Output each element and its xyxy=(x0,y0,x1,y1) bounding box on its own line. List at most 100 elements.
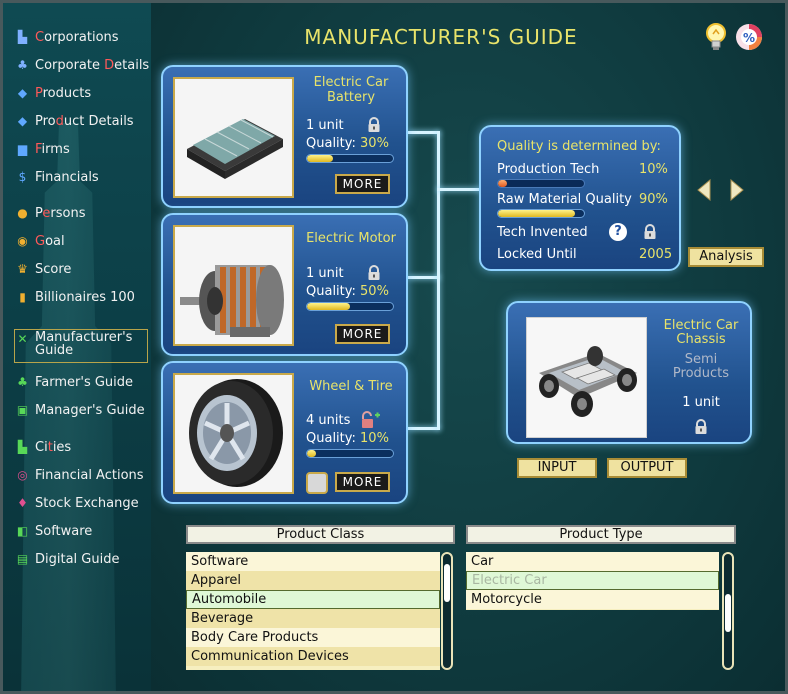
sidebar-item-org-chart[interactable]: ♣ Corporate Details xyxy=(15,55,149,75)
production-tech-bar xyxy=(497,179,585,188)
production-tech-bar-fill xyxy=(498,180,507,187)
sidebar-item-label: Software xyxy=(35,524,92,539)
input-quality: Quality: 50% xyxy=(306,284,389,299)
quality-value: 50% xyxy=(360,284,389,299)
finance-icon: ◎ xyxy=(17,468,28,482)
quality-bar-fill xyxy=(307,450,316,457)
book-icon: ▤ xyxy=(16,552,29,566)
percent-pie-icon[interactable]: % xyxy=(734,21,764,53)
building-icon: ▙ xyxy=(17,30,28,44)
sidebar-item-label: Firms xyxy=(35,142,70,157)
sidebar-item-person[interactable]: ● Persons xyxy=(15,203,85,223)
unlocked-lock-icon xyxy=(362,411,380,428)
connector-line xyxy=(408,131,440,134)
city-icon: ▙ xyxy=(17,440,28,454)
sidebar-item-factory[interactable]: ▆ Firms xyxy=(15,139,70,159)
product-type-header[interactable]: Product Type xyxy=(466,525,736,544)
input-units: 1 unit xyxy=(306,266,344,281)
sidebar-item-label: Persons xyxy=(35,206,85,221)
lightbulb-icon[interactable] xyxy=(701,21,731,53)
quality-heading: Quality is determined by: xyxy=(497,139,661,154)
org-chart-icon: ♣ xyxy=(17,58,28,72)
raw-material-label: Raw Material Quality xyxy=(497,192,632,207)
list-item[interactable]: Beverage xyxy=(186,609,440,628)
output-product-units: 1 unit xyxy=(682,395,720,410)
sidebar-item-bar-chart[interactable]: ▮ Billionaires 100 xyxy=(15,287,135,307)
connector-line xyxy=(408,276,440,279)
output-button[interactable]: OUTPUT xyxy=(607,458,687,478)
scroll-thumb[interactable] xyxy=(444,564,450,602)
list-item[interactable]: Motorcycle xyxy=(466,590,719,609)
list-item[interactable]: Communication Devices xyxy=(186,647,440,666)
target-icon: ◉ xyxy=(17,234,28,248)
sidebar-item-dollar[interactable]: $ Financials xyxy=(15,167,99,187)
input-units: 1 unit xyxy=(306,118,344,133)
list-item[interactable]: Car xyxy=(466,552,719,571)
sidebar-item-finance[interactable]: ◎ Financial Actions xyxy=(15,465,143,485)
sidebar-item-tools[interactable]: ✕ Manufacturer's Guide xyxy=(14,329,148,363)
hotkey-letter: C xyxy=(35,29,45,45)
input-button[interactable]: INPUT xyxy=(517,458,597,478)
sidebar-item-label: Manufacturer's Guide xyxy=(35,331,135,357)
connector-line xyxy=(437,188,481,191)
chassis-image xyxy=(526,317,647,438)
more-button[interactable]: MORE xyxy=(335,324,390,344)
sidebar-item-book[interactable]: ▤ Digital Guide xyxy=(15,549,120,569)
raw-material-bar xyxy=(497,209,585,218)
label-part: orporations xyxy=(44,29,119,45)
sidebar-item-code[interactable]: ◧ Software xyxy=(15,521,92,541)
list-item[interactable]: Software xyxy=(186,552,440,571)
arrow-left-icon[interactable] xyxy=(697,179,711,201)
product-class-list: Software Apparel Automobile Beverage Body Ca… xyxy=(186,552,440,670)
sidebar-item-briefcase[interactable]: ▣ Manager's Guide xyxy=(15,400,145,420)
help-icon[interactable]: ? xyxy=(609,223,627,241)
sidebar-item-stock[interactable]: ♦ Stock Exchange xyxy=(15,493,139,513)
sidebar-item-city[interactable]: ▙ Cities xyxy=(15,437,71,457)
page-title: MANUFACTURER'S GUIDE xyxy=(304,25,578,49)
battery-image xyxy=(173,77,294,198)
briefcase-icon: ▣ xyxy=(16,403,29,417)
lock-icon xyxy=(368,265,380,280)
locked-until-value: 2005 xyxy=(639,247,673,262)
list-item[interactable]: Apparel xyxy=(186,571,440,590)
sidebar-item-target[interactable]: ◉ Goal xyxy=(15,231,64,251)
input-name: Electric Car Battery xyxy=(313,75,389,105)
product-class-header[interactable]: Product Class xyxy=(186,525,455,544)
more-button[interactable]: MORE xyxy=(335,472,390,492)
connector-line xyxy=(408,427,440,430)
label-part: Corporate xyxy=(35,57,105,73)
label-part: Software xyxy=(35,523,93,539)
sidebar-item-trophy[interactable]: ♛ Score xyxy=(15,259,71,279)
lock-icon xyxy=(368,117,380,132)
sidebar-item-plant[interactable]: ♣ Farmer's Guide xyxy=(15,372,133,392)
input-card-battery: Electric Car Battery 1 unit Quality: 30%… xyxy=(161,65,408,208)
more-button[interactable]: MORE xyxy=(335,174,390,194)
product-type-scrollbar[interactable] xyxy=(722,552,734,670)
product-type-list: Car Electric Car Motorcycle xyxy=(466,552,719,610)
label-part: roducts xyxy=(42,85,92,101)
sidebar-item-cube[interactable]: ◆ Products xyxy=(15,83,91,103)
hotkey-letter: P xyxy=(35,85,43,101)
quality-label: Quality: xyxy=(306,431,356,446)
list-item[interactable]: Electric Car xyxy=(466,571,719,590)
analysis-button[interactable]: Analysis xyxy=(688,247,764,267)
tag-icon: ◆ xyxy=(17,114,28,128)
sidebar-item-label: Billionaires 100 xyxy=(35,290,135,305)
arrow-right-icon[interactable] xyxy=(730,179,744,201)
sidebar-item-tag[interactable]: ◆ Product Details xyxy=(15,111,134,131)
sidebar-item-building[interactable]: ▙ Corporations xyxy=(15,27,119,47)
code-icon: ◧ xyxy=(16,524,29,538)
raw-material-value: 90% xyxy=(639,192,668,207)
toggle-checkbox[interactable] xyxy=(306,472,328,494)
product-class-scrollbar[interactable] xyxy=(441,552,453,670)
production-tech-value: 10% xyxy=(639,162,668,177)
list-item[interactable]: Automobile xyxy=(186,590,440,609)
scroll-thumb[interactable] xyxy=(725,594,731,632)
quality-bar-fill xyxy=(307,155,333,162)
person-icon: ● xyxy=(17,206,28,220)
label-part: Digital Guide xyxy=(35,551,120,567)
cube-icon: ◆ xyxy=(17,86,28,100)
label-part: etails xyxy=(114,57,150,73)
quality-label: Quality: xyxy=(306,284,356,299)
list-item[interactable]: Body Care Products xyxy=(186,628,440,647)
